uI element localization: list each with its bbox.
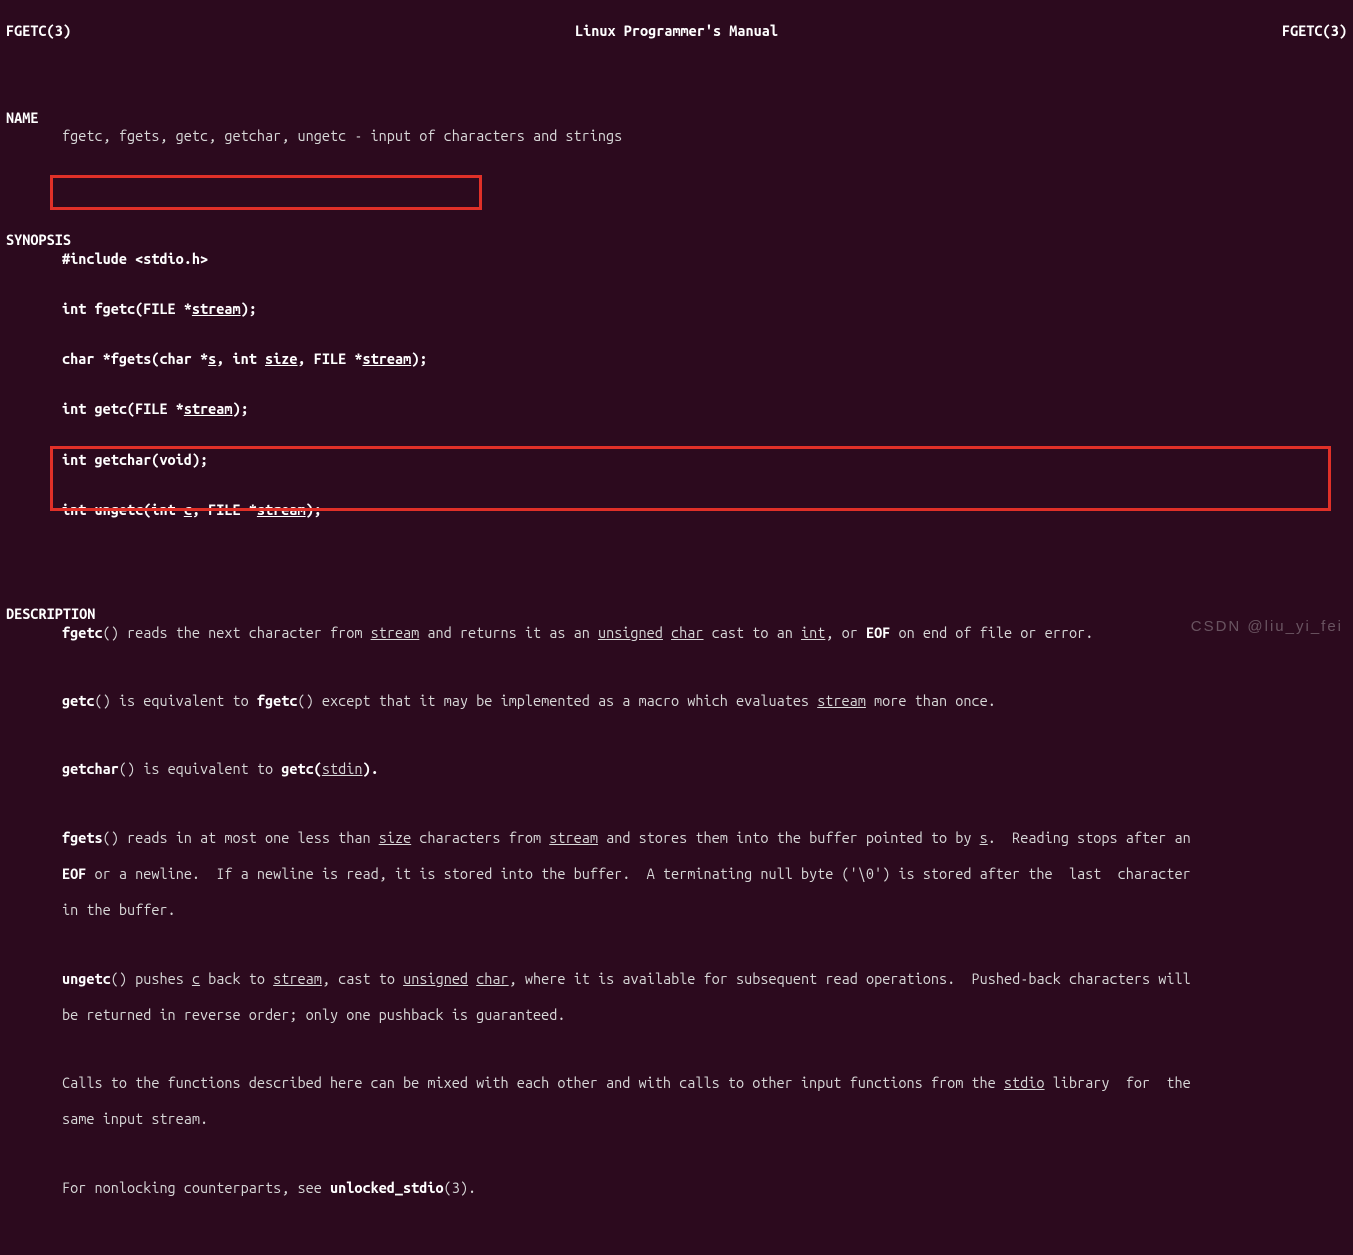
man-header: FGETC(3) Linux Programmer's Manual FGETC(3… <box>6 22 1347 40</box>
desc-ungetc: ungetc() pushes c back to stream, cast t… <box>6 970 1347 988</box>
header-left: FGETC(3) <box>6 22 71 40</box>
desc-fgets-line2: EOF or a newline. If a newline is read, … <box>6 865 1347 883</box>
section-heading-synopsis: SYNOPSIS <box>6 231 71 248</box>
header-right: FGETC(3) <box>1282 22 1347 40</box>
man-page: FGETC(3) Linux Programmer's Manual FGETC(3… <box>0 0 1353 1255</box>
section-synopsis: SYNOPSIS #include <stdio.h> int fgetc(FI… <box>6 213 1347 537</box>
watermark: CSDN @liu_yi_fei <box>1191 618 1343 637</box>
section-heading-name: NAME <box>6 109 38 126</box>
desc-getchar: getchar() is equivalent to getc(stdin). <box>6 760 1347 778</box>
fn-fgets: char *fgets(char *s, int size, FILE *str… <box>6 350 1347 368</box>
desc-fgets-line3: in the buffer. <box>6 901 1347 919</box>
desc-calls: Calls to the functions described here ca… <box>6 1074 1347 1092</box>
name-text: fgetc, fgets, getc, getchar, ungetc - in… <box>6 127 1347 145</box>
section-heading-description: DESCRIPTION <box>6 605 95 622</box>
include-line: #include <stdio.h> <box>6 250 1347 268</box>
desc-calls-line2: same input stream. <box>6 1110 1347 1128</box>
desc-fgetc: fgetc() reads the next character from st… <box>6 624 1347 642</box>
fn-getchar: int getchar(void); <box>6 451 1347 469</box>
header-center: Linux Programmer's Manual <box>575 22 778 40</box>
fn-fgetc: int fgetc(FILE *stream); <box>6 300 1347 318</box>
fn-getc: int getc(FILE *stream); <box>6 400 1347 418</box>
section-description: DESCRIPTION fgetc() reads the next chara… <box>6 587 1347 1215</box>
fn-ungetc: int ungetc(int c, FILE *stream); <box>6 501 1347 519</box>
desc-nonlocking: For nonlocking counterparts, see unlocke… <box>6 1179 1347 1197</box>
desc-ungetc-line2: be returned in reverse order; only one p… <box>6 1006 1347 1024</box>
desc-getc: getc() is equivalent to fgetc() except t… <box>6 692 1347 710</box>
desc-fgets: fgets() reads in at most one less than s… <box>6 829 1347 847</box>
section-name: NAME fgetc, fgets, getc, getchar, ungetc… <box>6 91 1347 164</box>
